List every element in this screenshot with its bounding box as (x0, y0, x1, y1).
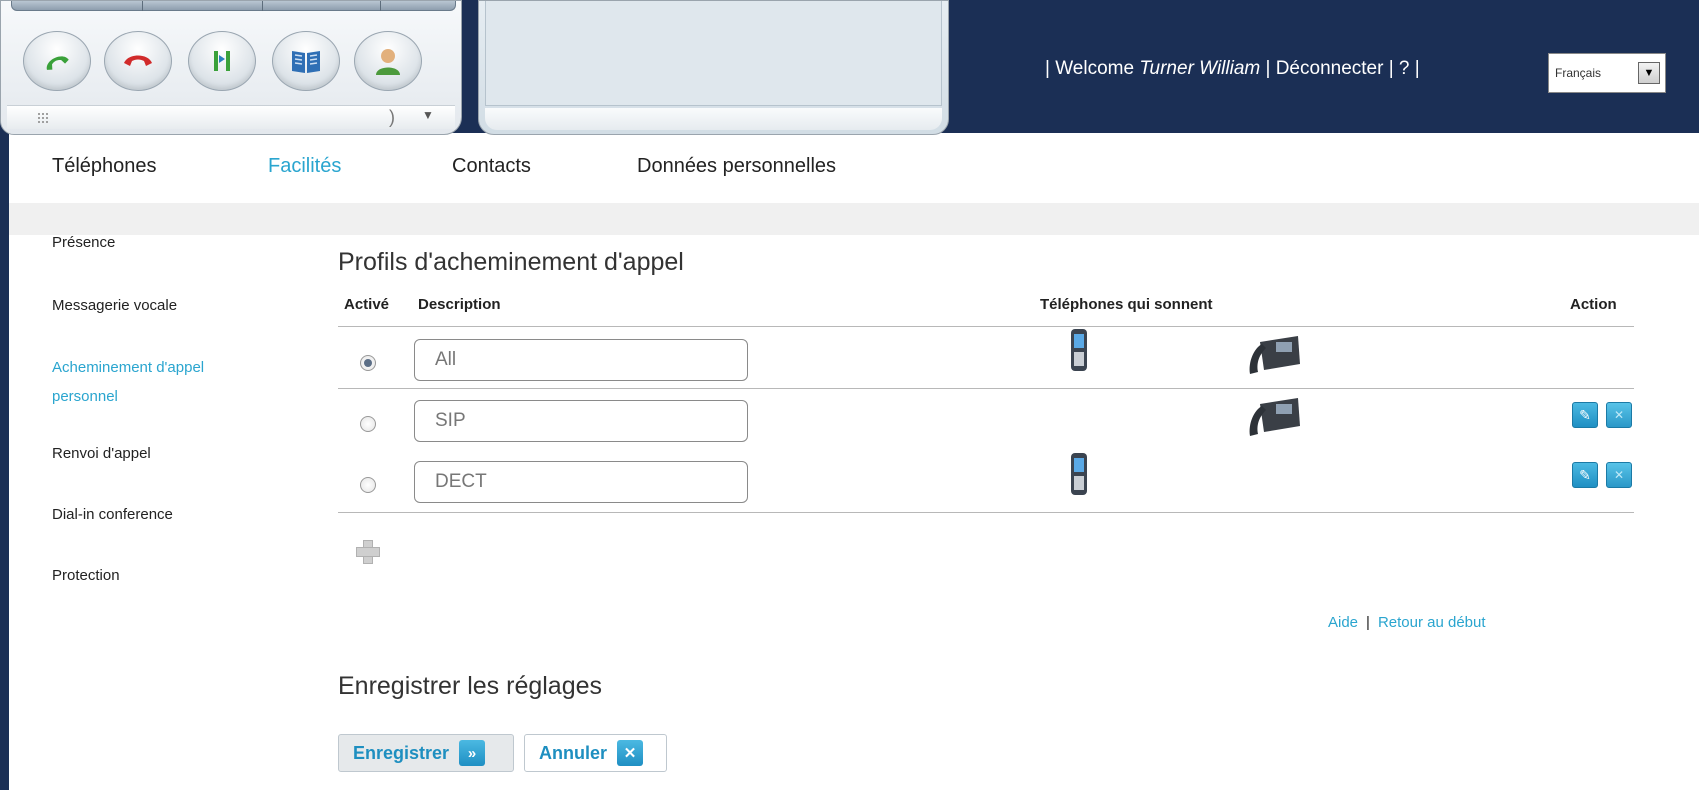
link-separator: | (1366, 614, 1370, 631)
back-to-top-link[interactable]: Retour au début (1378, 614, 1486, 631)
close-icon: ✕ (1613, 468, 1625, 482)
welcome-prefix: | Welcome (1045, 58, 1135, 79)
resize-grip-icon[interactable] (37, 112, 49, 124)
chevron-down-icon[interactable]: ▼ (1638, 62, 1660, 84)
delete-button[interactable]: ✕ (1606, 462, 1632, 488)
transfer-icon (214, 51, 230, 71)
table-divider (338, 326, 1634, 327)
column-header-description: Description (418, 296, 501, 313)
chevron-down-icon[interactable]: ▼ (422, 108, 434, 122)
tab-facilites[interactable]: Facilités (268, 155, 341, 178)
save-button[interactable]: Enregistrer » (338, 734, 514, 772)
hang-up-icon (124, 55, 152, 66)
description-field[interactable] (414, 461, 748, 503)
desk-phone-icon (1249, 398, 1300, 436)
column-header-active: Activé (344, 296, 390, 313)
sidebar-item-label: personnel (52, 388, 118, 405)
language-select[interactable]: Français ▼ (1548, 53, 1666, 93)
active-radio[interactable] (360, 355, 376, 371)
add-profile-icon[interactable] (356, 540, 380, 564)
transfer-button[interactable] (188, 31, 256, 91)
logout-link[interactable]: | Déconnecter | ? | (1266, 58, 1420, 79)
display-screen (485, 1, 942, 106)
sidebar-item-label: Acheminement d'appel (52, 359, 205, 376)
edit-button[interactable]: ✎ (1572, 462, 1598, 488)
softphone-display (478, 0, 949, 135)
help-links: Aide | Retour au début (1328, 614, 1486, 631)
answer-call-button[interactable] (23, 31, 91, 91)
cancel-label: Annuler (539, 742, 608, 763)
volume-icon: ) (389, 107, 395, 127)
description-field[interactable] (414, 400, 748, 442)
sidebar-item-protection[interactable]: Protection (52, 563, 120, 588)
directory-button[interactable] (272, 31, 340, 91)
language-value: Français (1555, 66, 1602, 80)
column-header-action: Action (1570, 296, 1617, 313)
sidebar-item-renvoi[interactable]: Renvoi d'appel (52, 441, 151, 466)
hang-up-button[interactable] (104, 31, 172, 91)
table-divider (338, 388, 1634, 389)
sidebar-item-messagerie[interactable]: Messagerie vocale (52, 293, 177, 318)
help-link[interactable]: Aide (1328, 614, 1358, 631)
book-icon (292, 51, 320, 73)
answer-phone-icon (46, 56, 69, 70)
softphone-footer: ) ▼ (7, 105, 455, 129)
sidebar-item-presence[interactable]: Présence (52, 230, 115, 255)
user-icon (376, 49, 400, 75)
display-footer (485, 108, 942, 130)
tab-donnees-personnelles[interactable]: Données personnelles (637, 155, 836, 178)
pencil-icon: ✎ (1579, 466, 1591, 483)
cancel-button[interactable]: Annuler ✕ (524, 734, 667, 772)
active-radio[interactable] (360, 477, 376, 493)
dect-phone-icon (1071, 453, 1087, 495)
page-title: Profils d'acheminement d'appel (338, 248, 684, 276)
tab-separator-band (9, 203, 1699, 235)
softphone-panel: ) ▼ (0, 0, 462, 135)
save-section-title: Enregistrer les réglages (338, 672, 603, 700)
dect-phone-icon (1071, 329, 1087, 371)
welcome-bar: | Welcome Turner William | Déconnecter |… (1045, 58, 1420, 80)
close-icon: ✕ (617, 740, 644, 766)
description-field[interactable] (414, 339, 748, 381)
delete-button[interactable]: ✕ (1606, 402, 1632, 428)
double-chevron-right-icon: » (459, 740, 486, 766)
desk-phone-icon (1249, 336, 1300, 374)
active-radio[interactable] (360, 416, 376, 432)
column-header-phones: Téléphones qui sonnent (1040, 296, 1213, 313)
save-label: Enregistrer (353, 742, 450, 763)
sidebar-item-dial-in[interactable]: Dial-in conference (52, 502, 173, 527)
softphone-top-strip (11, 1, 456, 11)
tab-telephones[interactable]: Téléphones (52, 155, 157, 178)
close-icon: ✕ (1613, 408, 1625, 422)
user-name: Turner William (1139, 58, 1261, 79)
sidebar-item-acheminement[interactable]: Acheminement d'appel personnel (52, 355, 204, 409)
contact-button[interactable] (354, 31, 422, 91)
tab-contacts[interactable]: Contacts (452, 155, 531, 178)
table-divider (338, 512, 1634, 513)
edit-button[interactable]: ✎ (1572, 402, 1598, 428)
pencil-icon: ✎ (1579, 406, 1591, 423)
